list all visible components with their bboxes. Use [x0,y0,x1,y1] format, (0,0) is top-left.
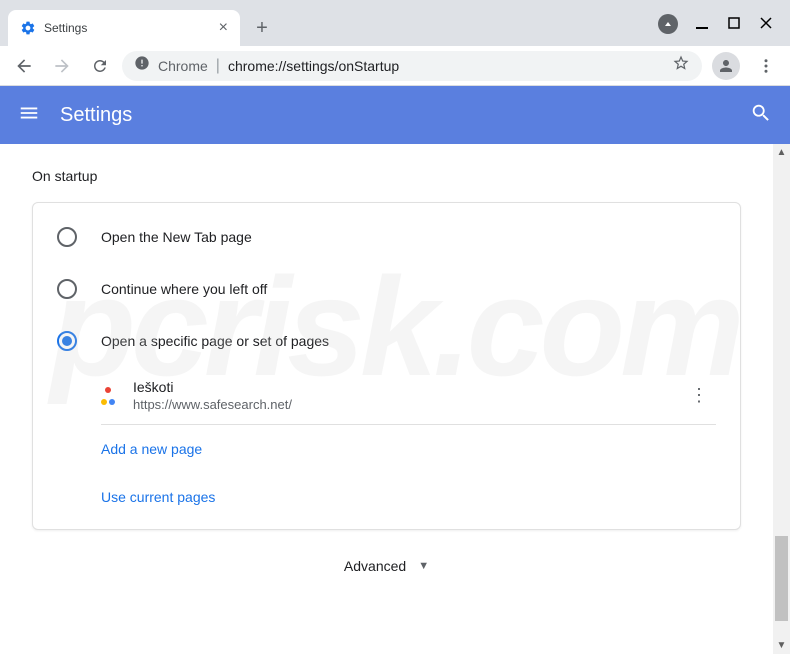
chevron-down-icon: ▼ [418,560,429,572]
radio-icon [57,331,77,351]
section-title: On startup [32,168,741,184]
startup-page-row: Ieškoti https://www.safesearch.net/ ⋮ [101,367,716,425]
back-button[interactable] [8,50,40,82]
radio-option-continue[interactable]: Continue where you left off [33,263,740,315]
settings-header: Settings [0,86,790,144]
site-info-icon[interactable] [134,55,150,76]
gear-icon [20,20,36,36]
more-menu-icon[interactable]: ⋮ [682,385,716,406]
radio-label: Open the New Tab page [101,229,252,245]
url-divider: | [216,57,220,75]
close-button[interactable] [760,16,772,32]
radio-option-specific-pages[interactable]: Open a specific page or set of pages [33,315,740,367]
incognito-indicator[interactable] [654,10,682,38]
window-titlebar: Settings × + [0,0,790,46]
url-scheme: Chrome [158,58,208,74]
chrome-menu-button[interactable] [750,50,782,82]
use-current-pages-link[interactable]: Use current pages [101,473,740,521]
radio-label: Continue where you left off [101,281,267,297]
new-tab-button[interactable]: + [248,14,276,42]
profile-button[interactable] [712,52,740,80]
startup-card: Open the New Tab page Continue where you… [32,202,741,530]
radio-option-new-tab[interactable]: Open the New Tab page [33,211,740,263]
radio-icon [57,279,77,299]
hamburger-icon[interactable] [18,102,40,129]
maximize-button[interactable] [728,16,740,32]
browser-tab[interactable]: Settings × [8,10,240,46]
content-area: On startup Open the New Tab page Continu… [0,144,790,654]
advanced-toggle[interactable]: Advanced ▼ [32,530,741,602]
address-bar[interactable]: Chrome | chrome://settings/onStartup [122,51,702,81]
scroll-down-icon[interactable]: ▼ [773,637,790,654]
page-title: Settings [60,104,730,127]
minimize-button[interactable] [696,16,708,32]
reload-button[interactable] [84,50,116,82]
forward-button[interactable] [46,50,78,82]
tab-title: Settings [44,21,211,35]
window-controls [686,16,790,46]
page-url: https://www.safesearch.net/ [133,397,668,412]
advanced-label: Advanced [344,558,406,574]
browser-toolbar: Chrome | chrome://settings/onStartup [0,46,790,86]
radio-label: Open a specific page or set of pages [101,333,329,349]
scroll-thumb[interactable] [775,536,788,621]
scrollbar[interactable]: ▲ ▼ [773,144,790,654]
add-page-link[interactable]: Add a new page [101,425,740,473]
page-favicon [101,387,119,405]
url-text: chrome://settings/onStartup [228,58,399,74]
radio-icon [57,227,77,247]
bookmark-star-icon[interactable] [672,54,690,77]
close-icon[interactable]: × [219,20,228,36]
search-icon[interactable] [750,102,772,129]
scroll-up-icon[interactable]: ▲ [773,144,790,161]
page-name: Ieškoti [133,379,668,395]
